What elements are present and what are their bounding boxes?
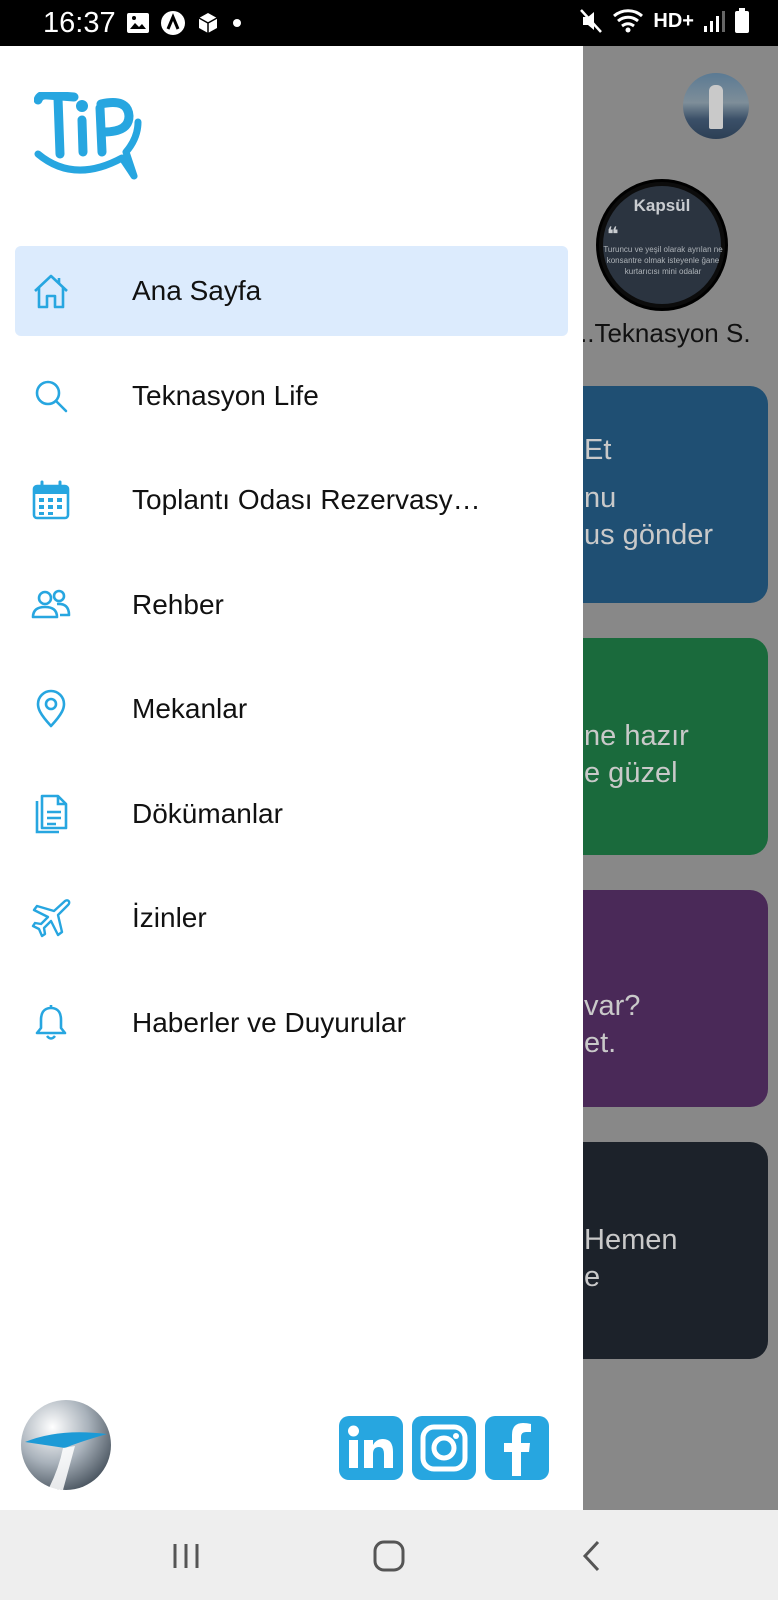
card-text: var? [584, 990, 641, 1022]
image-icon [127, 13, 149, 33]
back-icon[interactable] [570, 1534, 614, 1578]
status-icons-right: HD+ [579, 8, 750, 34]
battery-icon [735, 8, 749, 33]
tip-logo [33, 90, 144, 187]
feature-card[interactable]: Et nu us gönder [560, 386, 768, 603]
facebook-icon[interactable] [485, 1416, 549, 1480]
menu-label: Teknasyon Life [132, 379, 319, 411]
wifi-icon [613, 9, 644, 33]
package-icon [198, 13, 218, 33]
home-button-icon[interactable] [367, 1534, 411, 1578]
card-text: Hemen [584, 1224, 678, 1256]
status-icons-left [126, 10, 244, 36]
menu-item-teknasyon-life[interactable]: Teknasyon Life [15, 351, 568, 441]
menu-item-mekanlar[interactable]: Mekanlar [15, 664, 568, 754]
card-text: us gönder [584, 519, 713, 551]
instagram-icon[interactable] [412, 1416, 476, 1480]
location-pin-icon [29, 687, 73, 731]
home-icon [29, 269, 73, 313]
menu-label: Dökümanlar [132, 797, 283, 829]
menu-item-toplanti-odasi[interactable]: Toplantı Odası Rezervasy… [15, 455, 568, 545]
teknasyon-logo [19, 1398, 113, 1492]
status-time: 16:37 [43, 7, 116, 39]
menu-item-dokumanlar[interactable]: Dökümanlar [15, 769, 568, 859]
story-title: Kapsül [633, 196, 691, 215]
menu-label: Ana Sayfa [132, 275, 262, 306]
story-label: ..Teknasyon S. [580, 318, 751, 348]
mute-icon [580, 9, 603, 33]
card-text: e [584, 1261, 601, 1293]
menu-label: Haberler ve Duyurular [132, 1006, 406, 1038]
menu-label: Mekanlar [132, 693, 248, 724]
menu-item-izinler[interactable]: İzinler [15, 873, 568, 963]
users-icon [29, 583, 73, 627]
feature-card[interactable]: var? et. [560, 890, 768, 1107]
menu-label: İzinler [132, 902, 207, 933]
menu-label: Toplantı Odası Rezervasy… [132, 484, 481, 515]
menu-item-rehber[interactable]: Rehber [15, 560, 568, 650]
feature-card[interactable]: ne hazır e güzel [560, 638, 768, 855]
navigation-drawer: Ana Sayfa Teknasyon Life Toplantı Odası … [0, 46, 583, 1510]
documents-icon [29, 792, 73, 836]
avatar[interactable] [683, 73, 749, 139]
search-icon [29, 374, 73, 418]
airplane-icon [29, 896, 73, 940]
card-text: ne hazır [584, 720, 689, 752]
recent-apps-icon[interactable] [164, 1534, 208, 1578]
menu-item-ana-sayfa[interactable]: Ana Sayfa [15, 246, 568, 336]
social-links [339, 1416, 549, 1480]
card-text: nu [584, 482, 617, 514]
card-text: e güzel [584, 757, 678, 789]
drawer-menu: Ana Sayfa Teknasyon Life Toplantı Odası … [15, 246, 568, 1082]
linkedin-icon[interactable] [339, 1416, 403, 1480]
status-bar: 16:37 HD+ [0, 0, 778, 46]
story-kapsul[interactable]: Kapsül ❝ Turuncu ve yeşil olarak ayrılan… [596, 179, 728, 311]
a-circle-icon [161, 11, 185, 35]
feature-card[interactable]: Hemen e [560, 1142, 768, 1359]
card-text: Et [584, 434, 612, 466]
calendar-icon [29, 478, 73, 522]
signal-icon [704, 11, 725, 32]
dot-icon [233, 19, 241, 27]
story-text: Turuncu ve yeşil olarak ayrılan ne konsa… [603, 245, 723, 276]
bell-icon [29, 1001, 73, 1045]
menu-item-haberler[interactable]: Haberler ve Duyurular [15, 978, 568, 1068]
menu-label: Rehber [132, 588, 224, 620]
network-label: HD+ [653, 9, 694, 32]
system-nav-bar [0, 1510, 778, 1600]
card-text: et. [584, 1027, 617, 1059]
